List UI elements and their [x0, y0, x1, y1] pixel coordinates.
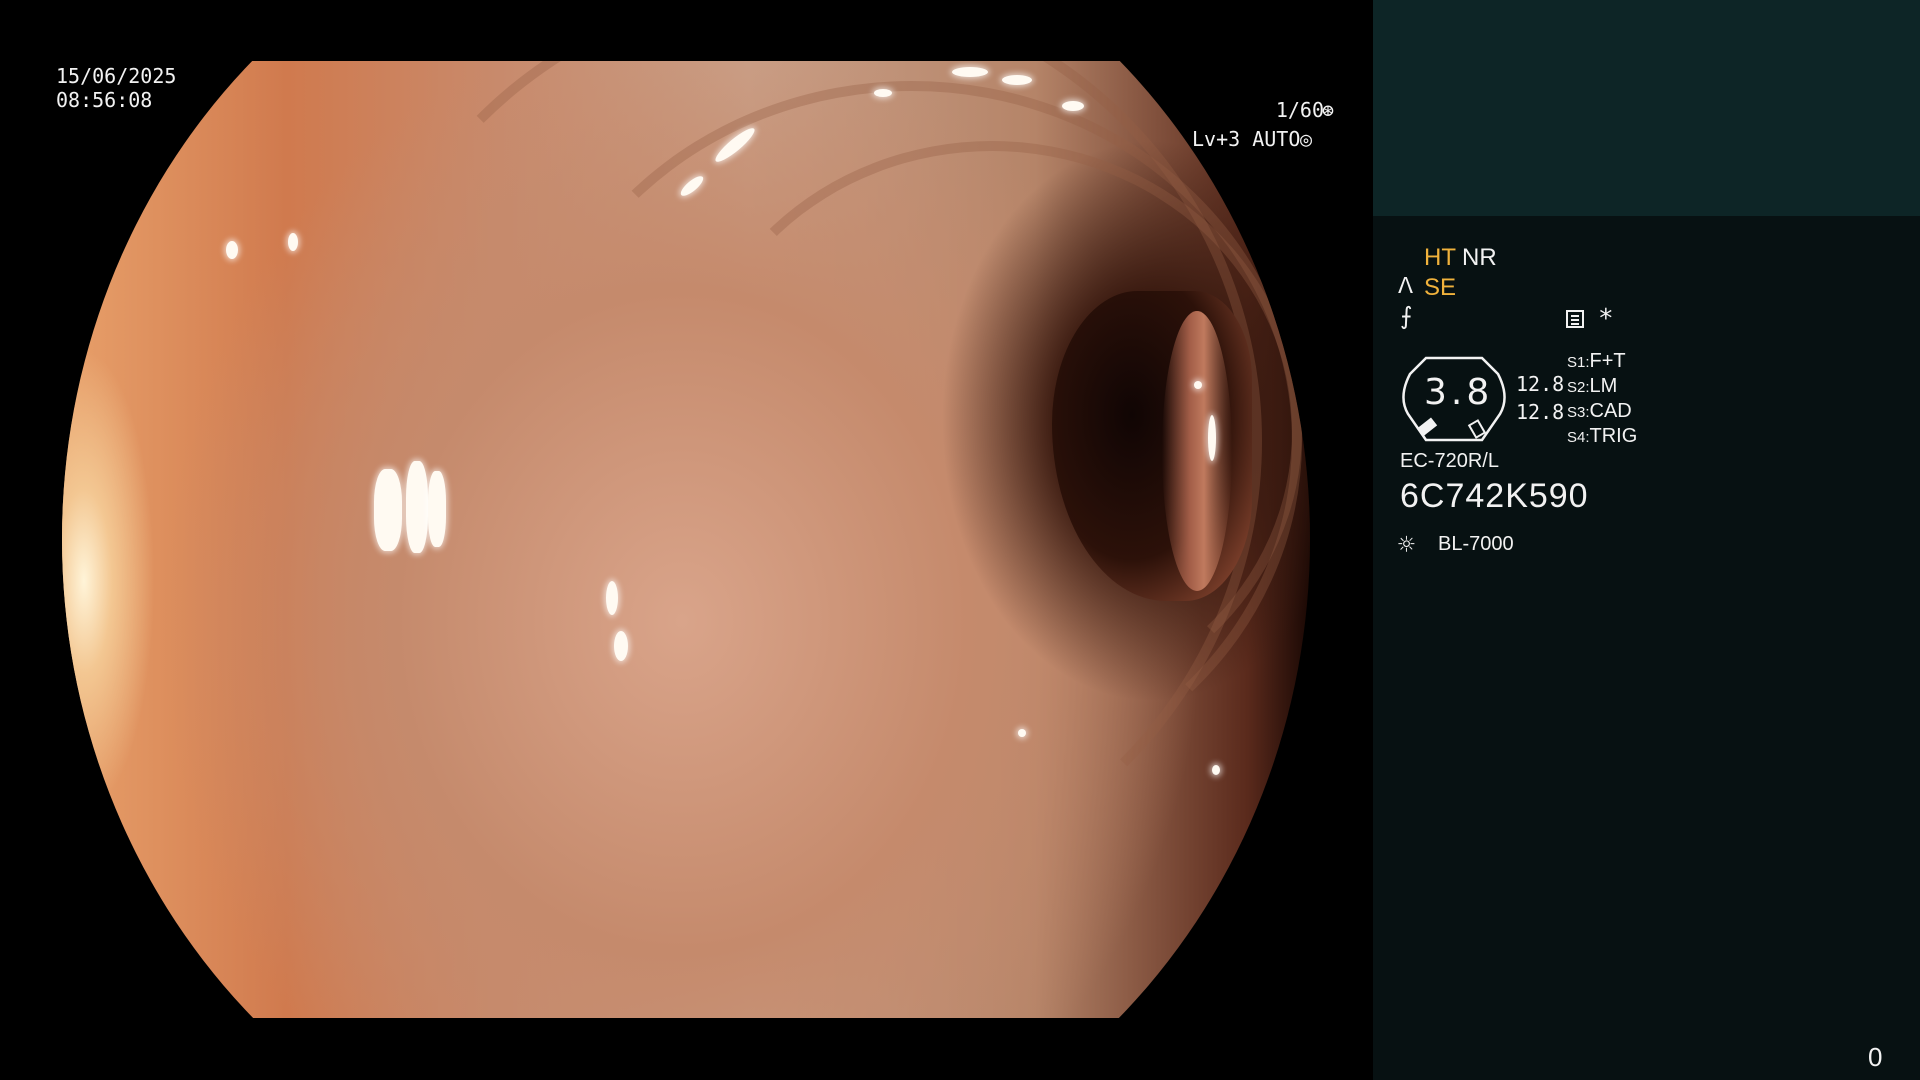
switch-value: TRIG [1589, 425, 1638, 447]
switch-value: CAD [1589, 400, 1632, 422]
switch-value: F+T [1589, 350, 1626, 372]
star-indicator: * [1598, 304, 1614, 334]
auto-exposure-icon: ◎ [1300, 127, 1313, 151]
shutter-speed: 1/60 [1275, 98, 1324, 122]
panel-header [1373, 0, 1920, 216]
light-reflection [406, 461, 428, 553]
light-source-icon: ☼ [1398, 528, 1415, 561]
shutter-icon: ⊛ [1322, 98, 1335, 122]
light-reflection [374, 469, 402, 551]
endoscope-view [62, 61, 1310, 1018]
structure-enhancement-label: SE [1424, 274, 1457, 301]
noise-reduction-label: NR [1462, 244, 1497, 271]
light-reflection [1212, 765, 1220, 775]
exposure-level: Lv+3 AUTO [1192, 127, 1301, 151]
switch-key: S2: [1567, 379, 1590, 396]
switch-assignment: S1:F+T [1567, 350, 1626, 373]
light-reflection [1194, 381, 1202, 389]
light-reflection [606, 581, 618, 615]
light-reflection [288, 233, 298, 251]
image-date: 15/06/2025 [56, 64, 177, 88]
function-icon: ⨍ [1400, 302, 1413, 330]
light-reflection [428, 471, 446, 547]
light-source-name: BL-7000 [1438, 533, 1514, 555]
switch-key: S4: [1567, 429, 1590, 446]
image-counter: 0 [1868, 1042, 1883, 1072]
memo-icon [1566, 310, 1584, 328]
endoscopy-screen: 15/06/2025 08:56:08 1/60 ⊛ Lv+3 AUTO ◎ H… [0, 0, 1920, 1080]
light-reflection [1208, 415, 1216, 461]
light-reflection [1002, 75, 1032, 85]
scope-model: EC-720R/L [1400, 450, 1499, 472]
switch-assignment: S4:TRIG [1567, 425, 1637, 448]
switch-key: S1: [1567, 354, 1590, 371]
enhancement-label: HT [1424, 244, 1456, 271]
light-reflection [226, 241, 238, 259]
image-time: 08:56:08 [56, 88, 153, 112]
switch-assignment: S3:CAD [1567, 400, 1632, 423]
inner-fold [1162, 311, 1232, 591]
light-reflection [614, 631, 628, 661]
scope-serial: 6C742K590 [1400, 477, 1589, 515]
zoom-value: 3.8 [1424, 372, 1494, 413]
zoom-upper-value: 12.8 [1516, 372, 1565, 396]
structure-enhancement-icon: ᐱ [1398, 274, 1414, 299]
light-reflection [952, 67, 988, 77]
zoom-lower-value: 12.8 [1516, 400, 1565, 424]
switch-value: LM [1589, 375, 1618, 397]
info-panel [1373, 216, 1920, 1080]
switch-key: S3: [1567, 404, 1590, 421]
light-reflection [874, 89, 892, 97]
light-reflection [1062, 101, 1084, 111]
light-reflection [1018, 729, 1026, 737]
switch-assignment: S2:LM [1567, 375, 1617, 398]
